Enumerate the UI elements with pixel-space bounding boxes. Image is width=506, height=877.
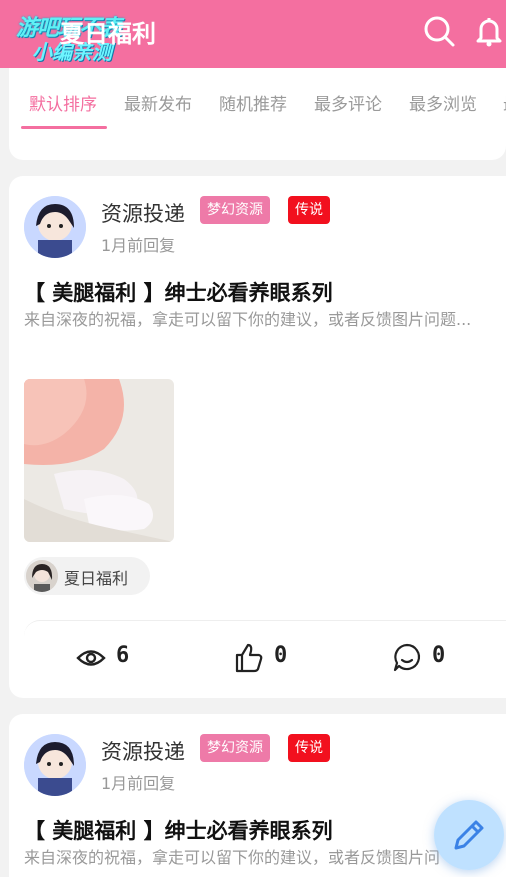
post-time: 1月前回复 (101, 236, 176, 255)
rank-badge: 传说 (288, 196, 330, 224)
tag-avatar (26, 560, 58, 592)
bell-icon[interactable] (472, 14, 506, 48)
comment-stat[interactable]: 0 (392, 641, 462, 675)
page-title: 夏日福利 (60, 20, 156, 48)
comment-icon[interactable] (392, 641, 422, 675)
sort-tabs: 默认排序 最新发布 随机推荐 最多评论 最多浏览 最 (9, 68, 506, 160)
post-thumbnail[interactable] (24, 379, 174, 542)
post-card[interactable]: 资源投递 梦幻资源 传说 1月前回复 【 美腿福利 】绅士必看养眼系列 来自深夜… (9, 176, 506, 698)
search-icon[interactable] (422, 14, 456, 48)
level-badge: 梦幻资源 (200, 196, 270, 224)
views-stat: 6 (76, 641, 146, 675)
post-title[interactable]: 【 美腿福利 】绅士必看养眼系列 (24, 815, 333, 845)
comments-count: 0 (432, 643, 446, 668)
author-name[interactable]: 资源投递 (101, 198, 185, 228)
views-count: 6 (116, 643, 130, 668)
top-bar: 游吧玩不表 小编亲测 夏日福利 (0, 0, 506, 68)
likes-count: 0 (274, 643, 288, 668)
thumbs-up-icon[interactable] (234, 641, 264, 675)
pencil-icon (454, 820, 484, 850)
author-avatar[interactable] (24, 196, 86, 258)
compose-button[interactable] (434, 800, 504, 870)
tag-label: 夏日福利 (64, 569, 129, 588)
tab-random[interactable]: 随机推荐 (219, 90, 287, 115)
tab-most-comments[interactable]: 最多评论 (314, 90, 382, 115)
tab-most-views[interactable]: 最多浏览 (409, 90, 477, 115)
post-card[interactable]: 资源投递 梦幻资源 传说 1月前回复 【 美腿福利 】绅士必看养眼系列 来自深夜… (9, 714, 506, 877)
category-tag[interactable]: 夏日福利 (24, 557, 150, 595)
post-excerpt: 来自深夜的祝福，拿走可以留下你的建议，或者反馈图片问 (24, 848, 441, 867)
post-excerpt: 来自深夜的祝福，拿走可以留下你的建议，或者反馈图片问题... (24, 310, 472, 329)
rank-badge: 传说 (288, 734, 330, 762)
tab-default[interactable]: 默认排序 (29, 90, 97, 115)
post-time: 1月前回复 (101, 774, 176, 793)
tab-latest[interactable]: 最新发布 (124, 90, 192, 115)
level-badge: 梦幻资源 (200, 734, 270, 762)
active-tab-indicator (21, 126, 107, 129)
like-stat[interactable]: 0 (234, 641, 304, 675)
post-stats: 6 0 0 (24, 620, 506, 698)
author-name[interactable]: 资源投递 (101, 736, 185, 766)
author-avatar[interactable] (24, 734, 86, 796)
eye-icon (76, 650, 106, 666)
post-title[interactable]: 【 美腿福利 】绅士必看养眼系列 (24, 277, 333, 307)
